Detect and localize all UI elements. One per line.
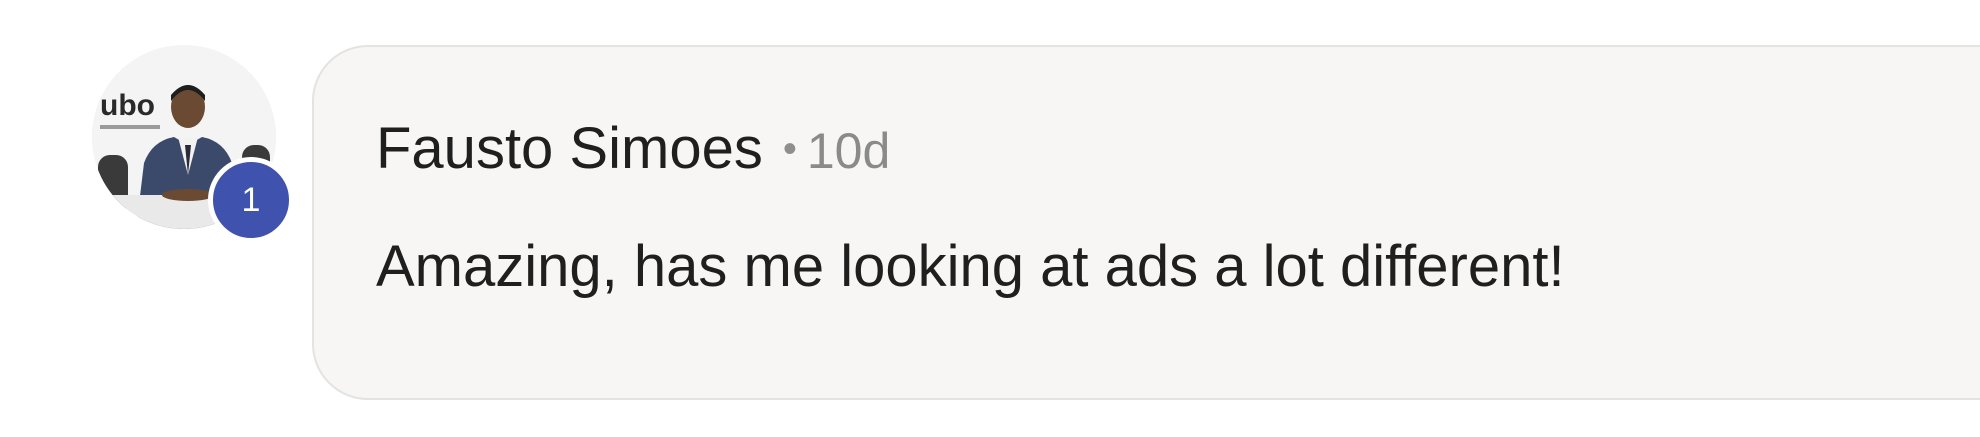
comment-timestamp[interactable]: 10d <box>807 123 890 179</box>
comment-row: ubo 1 Fausto Simoes • 10d Amazing, has me <box>0 0 1980 437</box>
comment-meta: Fausto Simoes • 10d <box>376 115 890 182</box>
notification-badge: 1 <box>208 157 294 243</box>
comment-text: Amazing, has me looking at ads a lot dif… <box>376 234 1565 299</box>
author-name[interactable]: Fausto Simoes <box>376 116 763 181</box>
meta-separator: • <box>782 127 797 171</box>
comment-bubble: Fausto Simoes • 10d Amazing, has me lookin… <box>312 45 1980 400</box>
avatar-wall-text: ubo <box>100 89 155 122</box>
avatar-container[interactable]: ubo 1 <box>92 45 294 243</box>
